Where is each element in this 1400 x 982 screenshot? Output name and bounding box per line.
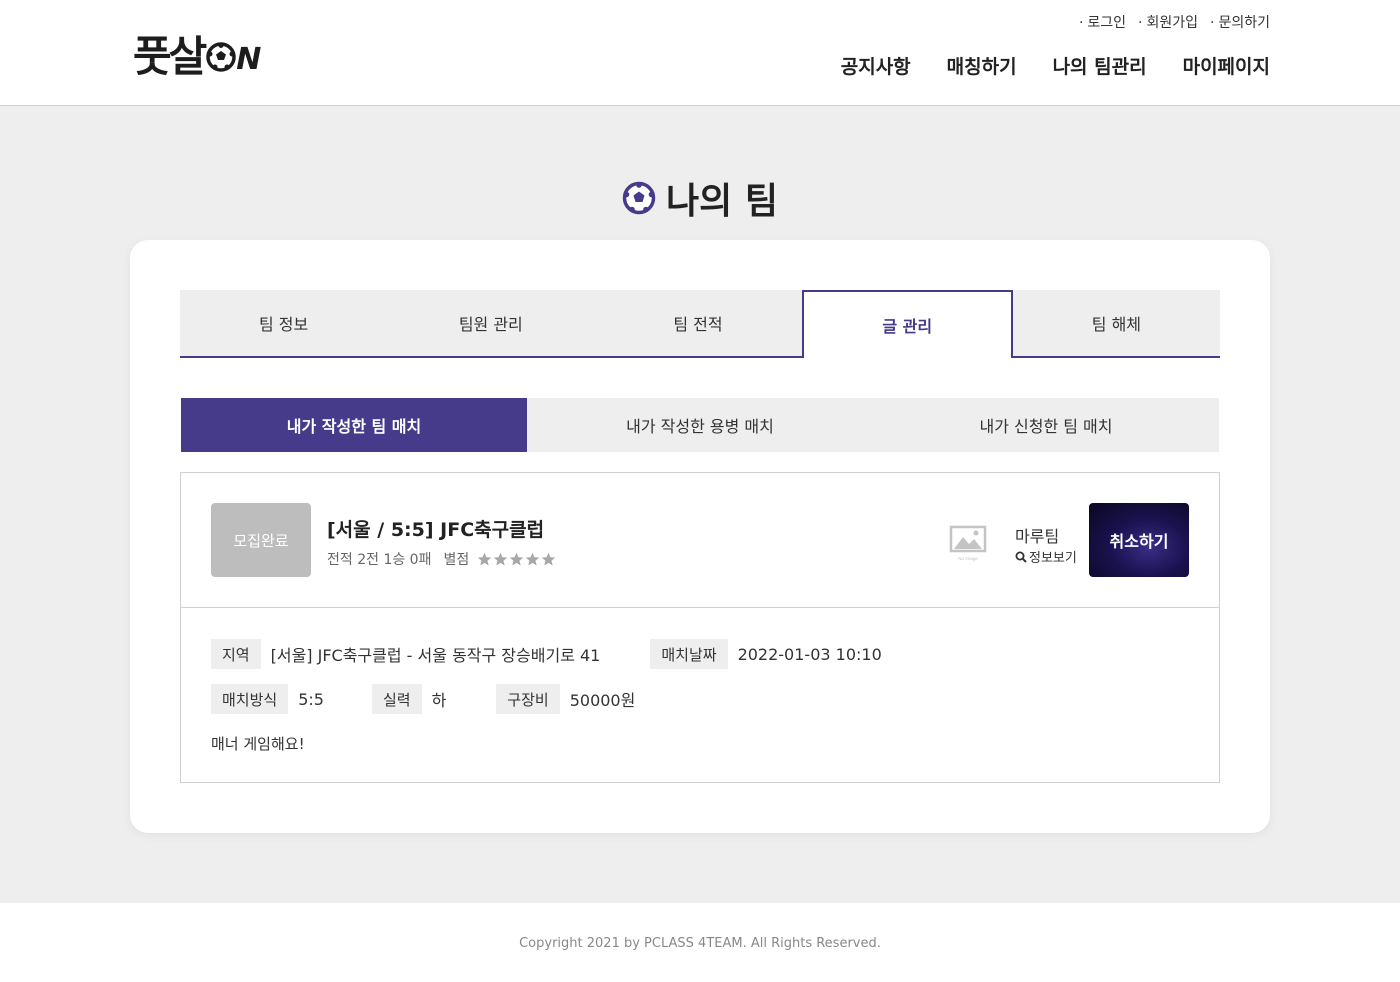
soccer-ball-icon [622, 181, 656, 215]
detail-row-location: 지역 [서울] JFC축구클럽 - 서울 동작구 장승배기로 41 매치날짜 2… [211, 639, 882, 669]
star-icon [526, 552, 540, 565]
team-panel: 팀 정보 팀원 관리 팀 전적 글 관리 팀 해체 내가 작성한 팀 매치 내가… [130, 240, 1270, 833]
logo-text: 풋살 [133, 31, 207, 81]
copyright-text: Copyright 2021 by PCLASS 4TEAM. All Righ… [519, 936, 881, 951]
match-type-value: 5:5 [298, 689, 324, 709]
star-icon [478, 552, 492, 565]
page-title-text: 나의 팀 [666, 181, 778, 222]
main-content: 나의 팀 팀 정보 팀원 관리 팀 전적 글 관리 팀 해체 내가 작성한 팀 … [0, 106, 1400, 903]
tab-post-management[interactable]: 글 관리 [801, 290, 1013, 358]
team-record: 전적 2전 1승 0패 [327, 552, 432, 568]
subtab-my-mercenary-match[interactable]: 내가 작성한 용병 매치 [527, 398, 873, 452]
login-link[interactable]: · 로그인 [1079, 12, 1126, 32]
star-rating [477, 552, 556, 567]
inquiry-link[interactable]: · 문의하기 [1210, 12, 1270, 32]
signup-link[interactable]: · 회원가입 [1138, 12, 1198, 32]
match-details: 지역 [서울] JFC축구클럽 - 서울 동작구 장승배기로 41 매치날짜 2… [181, 609, 1219, 782]
tab-disband-team[interactable]: 팀 해체 [1012, 290, 1221, 358]
site-logo[interactable]: 풋살 N [133, 28, 261, 81]
match-card: 모집완료 [서울 / 5:5] JFC축구클럽 전적 2전 1승 0패 별점 N… [180, 472, 1220, 783]
cancel-button[interactable]: 취소하기 [1089, 503, 1189, 577]
region-value: [서울] JFC축구클럽 - 서울 동작구 장승배기로 41 [270, 646, 601, 665]
tab-team-info[interactable]: 팀 정보 [180, 290, 388, 358]
nav-mypage[interactable]: 마이페이지 [1183, 52, 1270, 79]
star-icon [494, 552, 508, 565]
image-placeholder-icon: No Image [949, 525, 987, 561]
fee-value: 50000원 [569, 691, 636, 710]
logo-suffix: N [236, 41, 261, 77]
status-badge: 모집완료 [211, 503, 311, 577]
opponent-team-name: 마루팀 [1015, 527, 1060, 546]
team-info-link[interactable]: 정보보기 [1015, 547, 1077, 566]
star-icon [542, 552, 556, 565]
search-icon [1015, 551, 1027, 563]
site-header: 풋살 N · 로그인 · 회원가입 · 문의하기 공지사항 매칭하기 나의 팀관리 마… [0, 0, 1400, 106]
match-memo: 매너 게임해요! [211, 735, 305, 753]
site-footer: Copyright 2021 by PCLASS 4TEAM. All Righ… [0, 903, 1400, 982]
nav-my-team[interactable]: 나의 팀관리 [1053, 52, 1147, 79]
region-label: 지역 [211, 639, 261, 669]
nav-matching[interactable]: 매칭하기 [947, 52, 1017, 79]
fee-label: 구장비 [496, 684, 560, 714]
skill-label: 실력 [371, 684, 422, 714]
rating-label: 별점 [443, 552, 470, 568]
team-tabs: 팀 정보 팀원 관리 팀 전적 글 관리 팀 해체 [180, 290, 1221, 358]
info-link-label: 정보보기 [1029, 551, 1077, 566]
main-nav: 공지사항 매칭하기 나의 팀관리 마이페이지 [841, 52, 1270, 79]
page-title: 나의 팀 [0, 172, 1400, 224]
star-icon [510, 552, 524, 565]
tab-member-management[interactable]: 팀원 관리 [387, 290, 595, 358]
subtab-my-team-match[interactable]: 내가 작성한 팀 매치 [181, 398, 527, 452]
soccer-ball-icon [206, 42, 237, 72]
match-summary: 모집완료 [서울 / 5:5] JFC축구클럽 전적 2전 1승 0패 별점 N… [181, 473, 1219, 608]
date-value: 2022-01-03 10:10 [737, 644, 882, 664]
skill-value: 하 [431, 691, 447, 710]
subtab-applied-team-match[interactable]: 내가 신청한 팀 매치 [873, 398, 1219, 452]
detail-row-rules: 매치방식 5:5 실력 하 구장비 50000원 [211, 684, 635, 714]
match-type-label: 매치방식 [211, 684, 289, 714]
match-meta: 전적 2전 1승 0패 별점 [327, 549, 556, 569]
match-title: [서울 / 5:5] JFC축구클럽 [327, 519, 545, 541]
utility-links: · 로그인 · 회원가입 · 문의하기 [1079, 12, 1270, 32]
nav-notice[interactable]: 공지사항 [841, 52, 911, 79]
date-label: 매치날짜 [650, 639, 728, 669]
tab-team-record[interactable]: 팀 전적 [594, 290, 802, 358]
post-subtabs: 내가 작성한 팀 매치 내가 작성한 용병 매치 내가 신청한 팀 매치 [181, 398, 1219, 452]
no-image-caption: No Image [958, 556, 978, 561]
